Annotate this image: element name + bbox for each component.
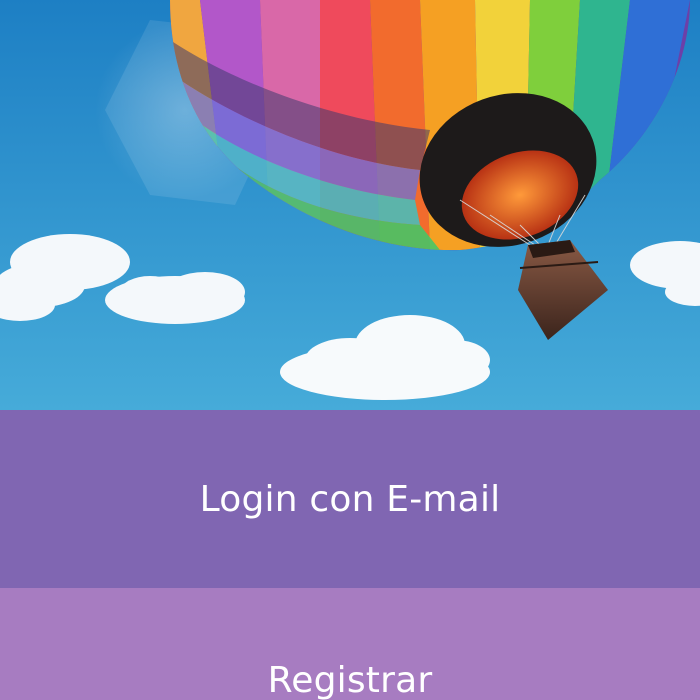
- login-screen: Login con E-mail Registrar: [0, 0, 700, 700]
- login-email-button[interactable]: Login con E-mail: [0, 410, 700, 588]
- hero-image: [0, 0, 700, 410]
- hot-air-balloon-illustration: [0, 0, 700, 410]
- register-button[interactable]: Registrar: [0, 588, 700, 700]
